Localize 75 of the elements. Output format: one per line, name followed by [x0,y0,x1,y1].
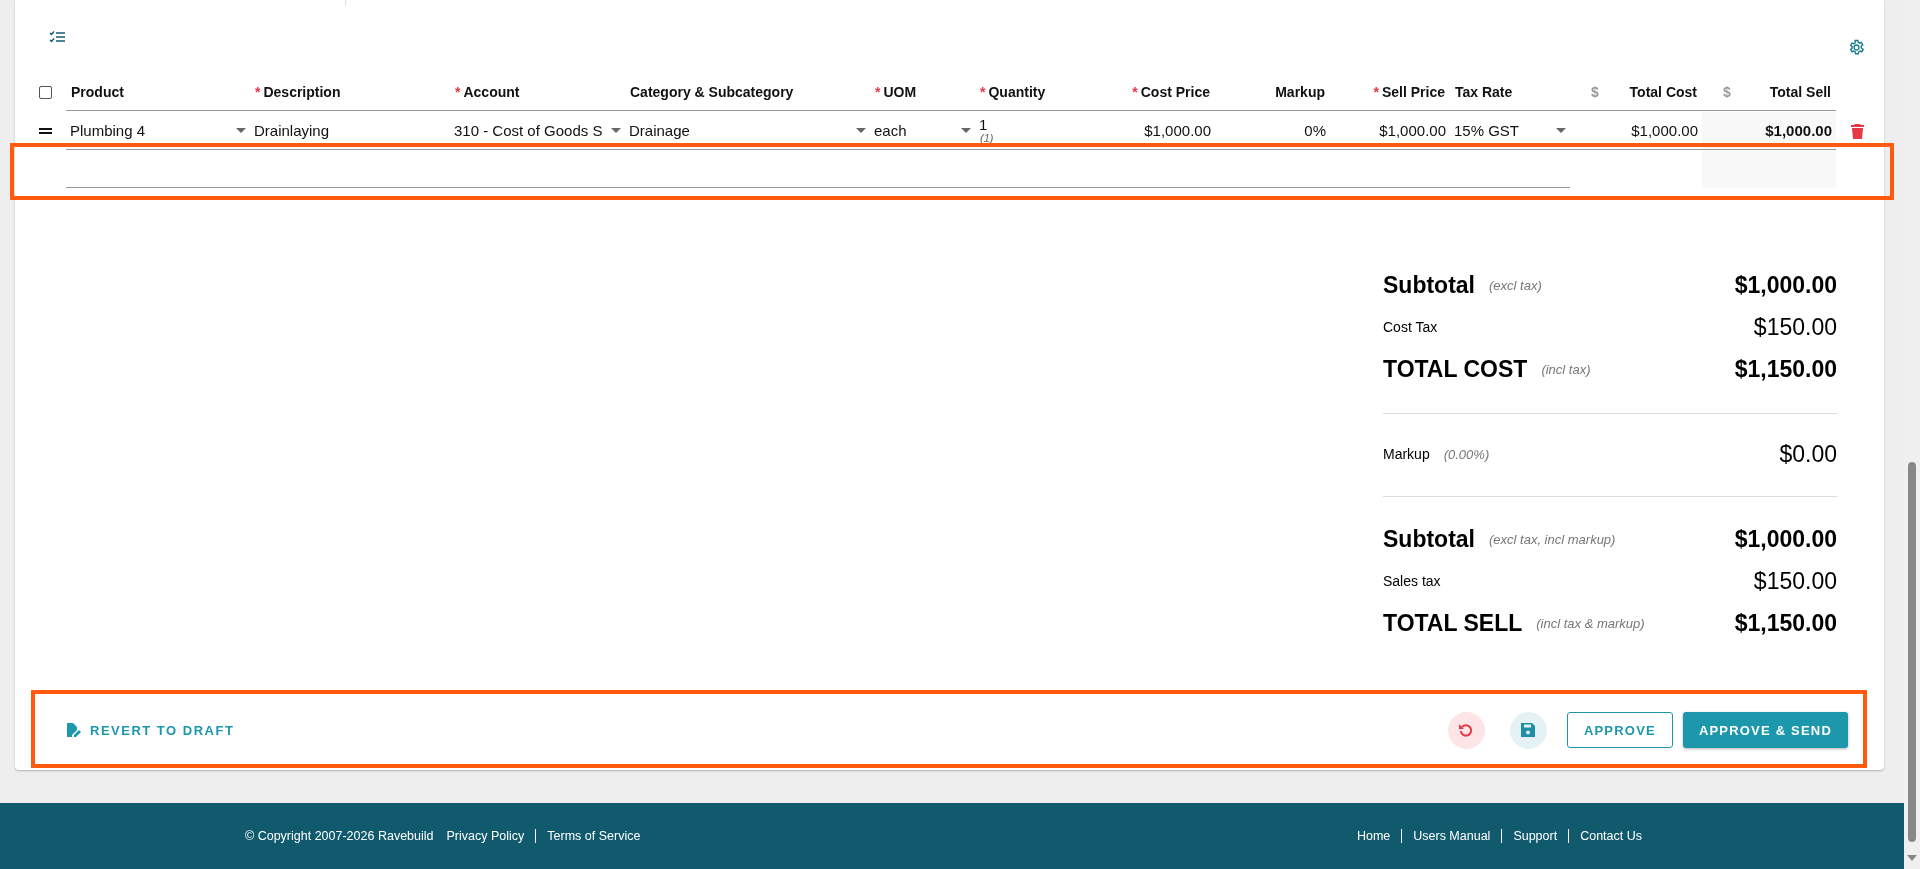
save-icon [1521,723,1536,737]
required-mark: * [875,84,881,100]
drag-handle-icon[interactable] [38,128,52,134]
required-mark: * [1132,84,1138,100]
table-cell: 0% [1304,122,1326,139]
column-header: Total Sell [1769,84,1831,100]
column-header: Sell Price [1381,84,1445,100]
currency-sign: $ [1722,84,1731,100]
footer-link[interactable]: Support [1513,829,1558,843]
summary-label: TOTAL SELL [1383,609,1523,637]
footer-link[interactable]: Contact Us [1580,829,1642,843]
scrollbar-thumb[interactable] [1908,462,1916,842]
footer-link[interactable]: Home [1356,829,1391,843]
undo-icon [1458,722,1475,738]
select-all-checkbox[interactable] [38,85,52,99]
description-field[interactable]: Drainlaying [254,122,330,139]
summary-label: Markup [1383,446,1430,462]
column-header: Category & Subcategory [630,84,794,100]
summary-value: $150.00 [1753,313,1837,341]
column-header: UOM [883,84,917,100]
column-header: Description [263,84,341,100]
total-sell-cell: $1,000.00 [1765,122,1832,139]
caret-icon [236,128,246,133]
checklist-icon[interactable] [49,30,65,44]
summary-label: Subtotal [1383,271,1475,299]
trash-icon[interactable] [1850,123,1864,139]
dropdown-field[interactable]: 310 - Cost of Goods S [454,122,621,139]
caret-icon [961,128,971,133]
footer-link[interactable]: Terms of Service [547,829,641,843]
summary-label: Sales tax [1383,573,1441,589]
summary-label: TOTAL COST [1383,355,1528,383]
summary-value: $1,150.00 [1734,609,1837,637]
scroll-down-icon[interactable] [1907,855,1917,861]
caret-icon [611,128,621,133]
table-cell: $1,000.00 [1144,122,1211,139]
summary-note: (incl tax & markup) [1536,615,1645,631]
save-button[interactable] [1509,711,1547,749]
required-mark: * [455,84,461,100]
required-mark: * [1373,84,1379,100]
settings-icon[interactable] [1848,38,1865,56]
summary-value: $1,000.00 [1734,525,1837,553]
dropdown-field[interactable]: Plumbing 4 [70,122,246,139]
edit-file-icon [66,722,81,738]
summary-note: (excl tax) [1489,277,1542,293]
summary-value: $1,150.00 [1734,355,1837,383]
copyright-text: © Copyright 2007-2026 Ravebuild [245,829,434,843]
column-header: Quantity [988,84,1046,100]
footer-link[interactable]: Users Manual [1413,829,1491,843]
summary-note: (incl tax) [1541,361,1591,377]
dropdown-field[interactable]: each [874,122,971,139]
summary-label: Subtotal [1383,525,1475,553]
column-header: Account [463,84,520,100]
currency-sign: $ [1590,84,1599,100]
undo-button[interactable] [1447,711,1485,749]
column-header: Cost Price [1140,84,1210,100]
quantity-field[interactable]: 1 [979,116,994,133]
caret-icon [1556,128,1566,133]
table-cell: $1,000.00 [1379,122,1446,139]
dropdown-field[interactable]: Drainage [629,122,866,139]
column-header: Total Cost [1629,84,1697,100]
column-header: Product [71,84,124,100]
dropdown-field[interactable]: 15% GST [1454,122,1566,139]
summary-value: $1,000.00 [1734,271,1837,299]
summary-value: $0.00 [1779,440,1837,468]
required-mark: * [255,84,261,100]
column-header: Tax Rate [1455,84,1513,100]
footer-link[interactable]: Privacy Policy [446,829,525,843]
summary-note: (excl tax, incl markup) [1489,531,1616,547]
caret-icon [856,128,866,133]
column-header: Markup [1275,84,1325,100]
table-cell: $1,000.00 [1631,122,1698,139]
summary-label: Cost Tax [1383,319,1438,335]
required-mark: * [980,84,986,100]
summary-note: (0.00%) [1443,446,1490,462]
summary-value: $150.00 [1753,567,1837,595]
